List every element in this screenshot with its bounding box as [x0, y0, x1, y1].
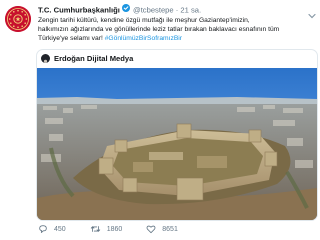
media-card-header: Erdoğan Dijital Medya — [37, 50, 317, 67]
profile-avatar[interactable] — [5, 6, 31, 32]
like-button[interactable]: 8651 — [146, 224, 178, 234]
tweet-actions: 450 1860 8651 — [38, 222, 202, 236]
tweet-timestamp[interactable]: 21 sa. — [180, 6, 201, 15]
tweet-header: T.C. Cumhurbaşkanlığı @tcbestepe · 21 sa… — [38, 4, 316, 16]
presidential-seal-icon — [5, 6, 31, 32]
tweet-text-line-start: Türkiye'ye selamı var! — [38, 35, 105, 42]
meta-separator: · — [175, 5, 179, 15]
author-name[interactable]: T.C. Cumhurbaşkanlığı — [38, 6, 120, 15]
verified-badge-icon — [121, 4, 130, 16]
tweet-text: Zengin tarihi kültürü, kendine özgü mutf… — [38, 16, 317, 43]
author-handle[interactable]: @tcbestepe — [133, 6, 174, 15]
castle-aerial-photo[interactable] — [37, 68, 317, 220]
tweet-text-line: Türkiye'ye selamı var! #GönlümüzBirSofra… — [38, 34, 317, 43]
retweet-count: 1860 — [106, 225, 123, 233]
tweet[interactable]: T.C. Cumhurbaşkanlığı @tcbestepe · 21 sa… — [0, 0, 320, 240]
retweet-button[interactable]: 1860 — [90, 224, 123, 234]
channel-name[interactable]: Erdoğan Dijital Medya — [54, 54, 133, 63]
reply-icon — [39, 225, 47, 233]
media-card[interactable]: Erdoğan Dijital Medya — [36, 49, 318, 221]
hashtag-link[interactable]: #GönlümüzBirSoframızBir — [105, 35, 182, 42]
channel-avatar[interactable] — [41, 54, 50, 63]
reply-button[interactable]: 450 — [38, 224, 66, 234]
reply-count: 450 — [54, 225, 66, 233]
tweet-text-line: halkımızın ağızlarında ve gönüllerinde l… — [38, 26, 280, 33]
tweet-text-line: Zengin tarihi kültürü, kendine özgü mutf… — [38, 17, 250, 24]
like-count: 8651 — [162, 225, 178, 233]
like-icon — [146, 225, 156, 234]
retweet-icon — [90, 226, 100, 232]
